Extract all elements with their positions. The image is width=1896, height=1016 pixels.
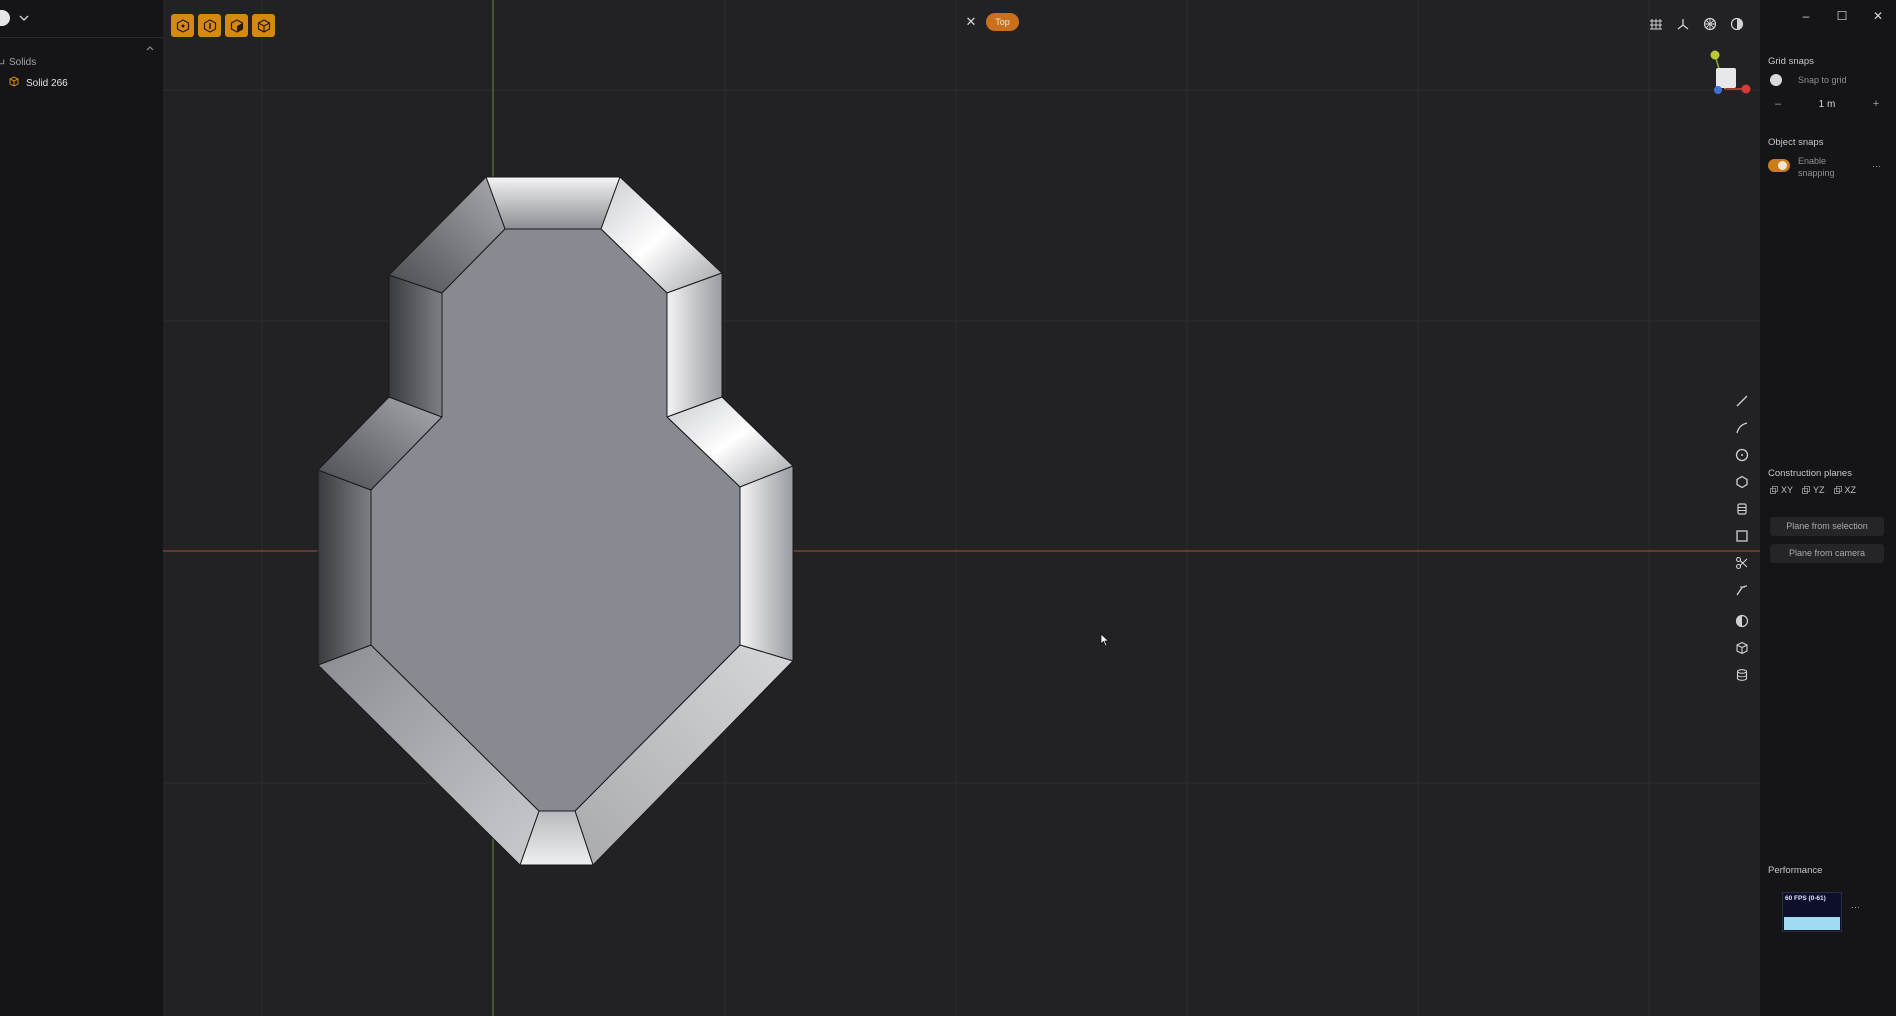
cut-tool-button[interactable]	[1733, 554, 1751, 572]
circle-tool-button[interactable]	[1733, 446, 1751, 464]
solid-266-mesh	[317, 176, 794, 866]
plane-buttons: XY YZ XZ	[1770, 485, 1856, 495]
box-tool-button[interactable]	[1733, 639, 1751, 657]
y-axis-handle-icon	[1710, 50, 1720, 60]
fillet-tool-icon	[1736, 585, 1748, 596]
plane-xz-label: XZ	[1844, 485, 1857, 495]
solid-mode-icon	[257, 18, 270, 33]
snap-target-button[interactable]	[1701, 15, 1719, 33]
vertex-mode-button[interactable]	[171, 14, 194, 37]
circle-tool-icon	[1735, 448, 1749, 462]
plane-icon	[1833, 486, 1842, 494]
solid-mode-button[interactable]	[252, 14, 275, 37]
outliner-item-solid[interactable]: Solid 266	[9, 76, 68, 90]
rectangle-tool-button[interactable]	[1733, 527, 1751, 545]
plane-icon	[1802, 486, 1810, 494]
plane-xy-label: XY	[1781, 485, 1794, 495]
plane-yz-button[interactable]: YZ	[1802, 485, 1825, 495]
viewport-toggles	[1647, 15, 1746, 33]
viewport-scene	[163, 0, 1760, 1016]
maximize-button[interactable]: ☐	[1824, 6, 1860, 26]
chevron-expand-icon	[0, 58, 5, 64]
cut-tool-icon	[1735, 556, 1748, 570]
fillet-tool-button[interactable]	[1733, 581, 1751, 599]
curve-tool-button[interactable]	[1733, 419, 1751, 437]
enable-snapping-label-line2: snapping	[1798, 168, 1835, 178]
edge-mode-icon	[203, 18, 216, 33]
grid-size-decrement-button[interactable]: –	[1768, 98, 1788, 110]
line-tool-button[interactable]	[1733, 392, 1751, 410]
plane-from-selection-button[interactable]: Plane from selection	[1770, 517, 1884, 536]
grid-size-stepper: – 1 m +	[1768, 95, 1886, 113]
plane-from-camera-button[interactable]: Plane from camera	[1770, 544, 1884, 563]
snap-to-grid-label: Snap to grid	[1798, 75, 1847, 85]
curve-tool-icon	[1736, 422, 1748, 434]
rectangle-tool-icon	[1736, 530, 1748, 542]
plane-icon	[1770, 486, 1778, 494]
performance-more-button[interactable]: ···	[1851, 902, 1860, 912]
outliner-item-label: Solid 266	[26, 77, 68, 89]
outliner-section-label: Solids	[9, 57, 37, 68]
enable-snapping-label-line1: Enable	[1798, 156, 1827, 166]
enable-snapping-switch[interactable]	[1768, 159, 1790, 172]
boolean-tool-button[interactable]	[1733, 612, 1751, 630]
snap-to-grid-toggle[interactable]	[1770, 74, 1782, 86]
object-snaps-title: Object snaps	[1768, 137, 1824, 148]
stack-tool-icon	[1737, 503, 1747, 515]
grid-size-value[interactable]: 1 m	[1788, 99, 1866, 110]
divider	[0, 37, 163, 38]
close-window-button[interactable]: ✕	[1860, 6, 1896, 26]
app-menu[interactable]	[0, 8, 30, 28]
grid-toggle-icon	[1650, 19, 1662, 30]
face-mode-icon	[230, 18, 243, 33]
z-axis-handle-icon	[1714, 86, 1722, 94]
outliner-section-solids[interactable]: Solids	[0, 57, 36, 68]
performance-title: Performance	[1768, 865, 1823, 876]
line-tool-icon	[1736, 395, 1748, 407]
grid-size-increment-button[interactable]: +	[1866, 98, 1886, 110]
tool-strip	[1728, 392, 1756, 692]
render-mode-button[interactable]	[1728, 15, 1746, 33]
fps-bar	[1784, 917, 1840, 930]
box-tool-icon	[1736, 641, 1748, 655]
solid-cube-icon	[9, 76, 19, 90]
orientation-gizmo[interactable]	[1703, 45, 1760, 103]
minimize-button[interactable]: –	[1788, 6, 1824, 26]
axes-toggle-button[interactable]	[1674, 15, 1692, 33]
stack-tool-button[interactable]	[1733, 500, 1751, 518]
object-snaps-more-button[interactable]: ···	[1872, 161, 1881, 171]
mouse-cursor-icon	[1100, 633, 1110, 647]
vertex-mode-icon	[176, 18, 189, 33]
selection-mode-toolbar	[171, 14, 275, 37]
plane-xz-button[interactable]: XZ	[1833, 485, 1857, 495]
close-view-button[interactable]: ✕	[964, 15, 978, 29]
view-cube-icon	[1716, 68, 1736, 88]
render-mode-icon	[1730, 17, 1744, 31]
axes-toggle-icon	[1677, 19, 1689, 30]
x-axis-handle-icon	[1741, 84, 1751, 94]
view-name-badge[interactable]: Top	[986, 13, 1019, 31]
boolean-tool-icon	[1735, 614, 1749, 628]
edge-mode-button[interactable]	[198, 14, 221, 37]
3d-viewport[interactable]: ✕ Top	[163, 0, 1760, 1016]
fps-graph: 60 FPS (0-61)	[1782, 892, 1842, 932]
chevron-up-icon[interactable]	[145, 40, 155, 58]
properties-panel: – ☐ ✕ Grid snaps Snap to grid – 1 m + Ob…	[1760, 0, 1896, 1016]
fps-label: 60 FPS (0-61)	[1785, 895, 1826, 902]
outliner-panel: Solids Solid 266	[0, 0, 164, 1016]
app-logo-icon	[0, 10, 10, 26]
polygon-tool-icon	[1736, 475, 1748, 489]
cylinder-tool-icon	[1736, 669, 1748, 681]
snap-target-icon	[1703, 17, 1717, 31]
face-mode-button[interactable]	[225, 14, 248, 37]
construction-planes-title: Construction planes	[1768, 468, 1852, 479]
plane-yz-label: YZ	[1813, 485, 1825, 495]
polygon-tool-button[interactable]	[1733, 473, 1751, 491]
cylinder-tool-button[interactable]	[1733, 666, 1751, 684]
plane-xy-button[interactable]: XY	[1770, 485, 1793, 495]
chevron-down-icon[interactable]	[18, 12, 30, 24]
window-controls: – ☐ ✕	[1788, 6, 1896, 26]
grid-snaps-title: Grid snaps	[1768, 56, 1814, 67]
grid-toggle-button[interactable]	[1647, 15, 1665, 33]
